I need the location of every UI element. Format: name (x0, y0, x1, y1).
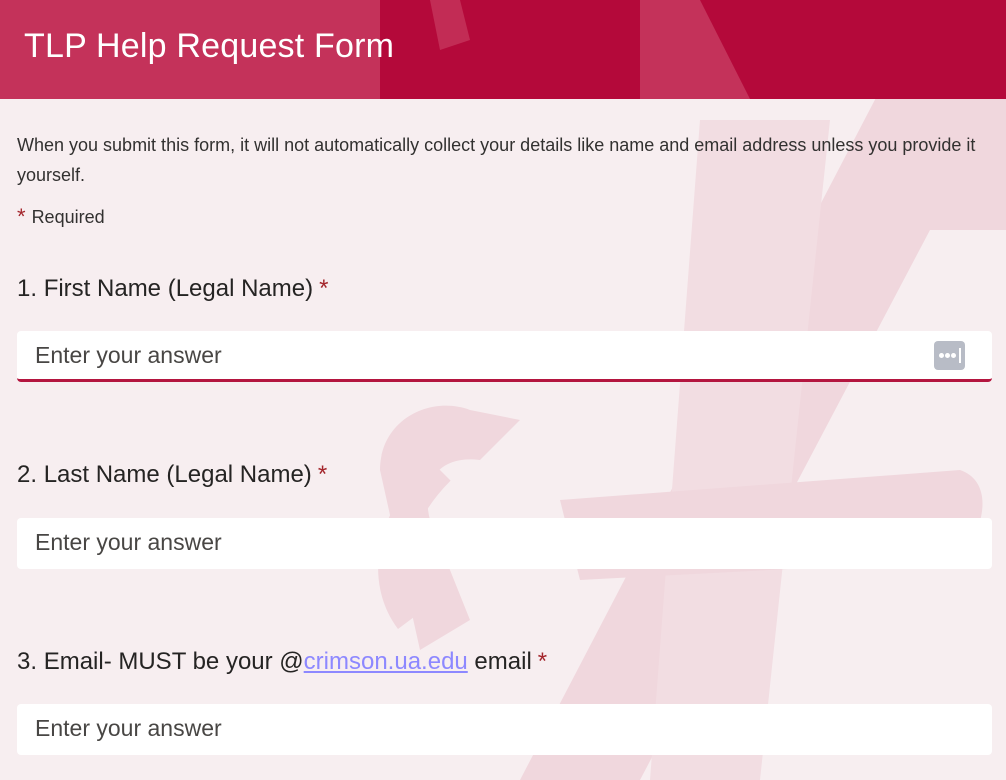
crimson-domain-link[interactable]: crimson.ua.edu (304, 648, 468, 675)
question-label-suffix: email (467, 648, 532, 675)
last-name-field[interactable] (17, 518, 992, 569)
required-asterisk: * (537, 648, 548, 675)
privacy-notice: When you submit this form, it will not a… (17, 135, 976, 185)
first-name-field[interactable] (17, 331, 992, 382)
form-header: TLP Help Request Form (0, 0, 1006, 99)
question-number: 2. (17, 461, 38, 488)
required-asterisk: * (319, 275, 329, 302)
question-label: Last Name (Legal Name) (43, 461, 312, 488)
required-legend: * Required (17, 204, 105, 230)
required-legend-label: Required (31, 207, 105, 227)
question-email-title: 3. Email- MUST be your @crimson.ua.edu e… (17, 648, 547, 676)
email-field[interactable] (17, 704, 992, 755)
question-number: 1. (17, 275, 38, 302)
form-title: TLP Help Request Form (24, 27, 395, 65)
question-first-name-title: 1. First Name (Legal Name) * (17, 275, 328, 303)
required-asterisk: * (17, 204, 26, 229)
required-asterisk: * (317, 461, 328, 488)
question-label: First Name (Legal Name) (43, 275, 314, 302)
password-manager-icon[interactable] (934, 341, 965, 370)
form-body: When you submit this form, it will not a… (0, 99, 1006, 780)
last-name-input[interactable] (17, 518, 992, 566)
question-last-name-title: 2. Last Name (Legal Name) * (17, 461, 327, 489)
email-input[interactable] (17, 704, 992, 752)
question-number: 3. (17, 648, 38, 675)
question-label-prefix: Email- MUST be your @ (43, 648, 304, 675)
first-name-input[interactable] (17, 331, 992, 379)
